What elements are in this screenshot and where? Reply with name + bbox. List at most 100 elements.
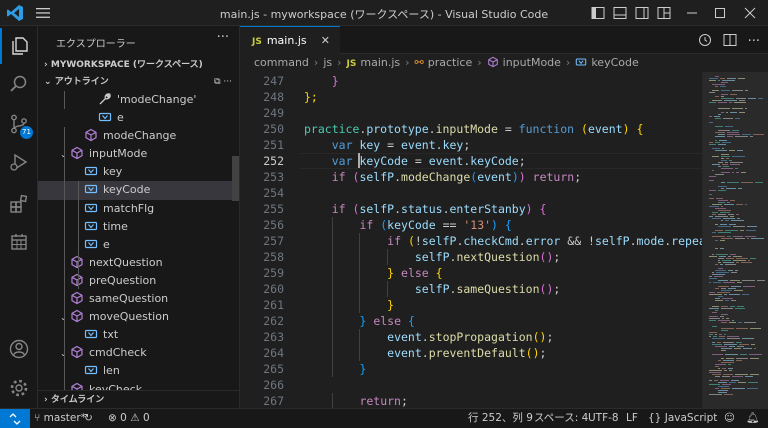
source-control-button[interactable]: 71 — [0, 106, 38, 142]
outline-item-nextquestion[interactable]: nextQuestion — [38, 254, 239, 272]
feedback-icon[interactable]: ☺ — [724, 409, 735, 428]
tab-main-js[interactable]: JS main.js ✕ — [240, 26, 340, 54]
toggle-sidebar-icon[interactable] — [590, 5, 606, 21]
code-line[interactable]: } else { — [359, 313, 414, 329]
code-token: return — [532, 170, 575, 184]
code-token: practice — [304, 122, 360, 136]
accounts-button[interactable] — [0, 331, 38, 367]
code-line[interactable]: var keyCode = event.keyCode; — [332, 153, 526, 169]
close-window-icon[interactable] — [742, 5, 758, 21]
encoding[interactable]: UTF-8 — [588, 409, 619, 428]
timeline-section-header[interactable]: › タイムライン — [38, 390, 239, 408]
code-token: ; — [400, 394, 408, 408]
breadcrumb-item[interactable]: command — [254, 56, 309, 69]
code-line[interactable]: if (selfP.status.enterStanby) { — [332, 201, 547, 217]
chevron-down-icon[interactable]: ⌄ — [60, 309, 70, 327]
outline-item-prequestion[interactable]: preQuestion — [38, 272, 239, 290]
code-line[interactable]: } — [359, 361, 366, 377]
calendar-button[interactable] — [0, 224, 38, 260]
outline-item-keycode[interactable]: keyCode — [38, 181, 239, 200]
chevron-down-icon[interactable]: ⌄ — [60, 345, 70, 363]
end-of-line[interactable]: LF — [626, 409, 638, 428]
minimap-line — [718, 102, 727, 103]
outline-item-txt[interactable]: txt — [38, 326, 239, 344]
minimap-line — [712, 374, 721, 375]
sidebar-more-icon[interactable]: ··· — [217, 30, 229, 45]
sync-icon[interactable]: ↻ — [84, 409, 93, 428]
outline-item-e[interactable]: e — [38, 109, 239, 127]
timeline-history-icon[interactable] — [697, 32, 713, 48]
minimap-line — [725, 126, 733, 127]
explorer-button[interactable] — [0, 28, 38, 64]
outline-item-inputmode[interactable]: ⌄ inputMode — [38, 145, 239, 164]
breadcrumb-item[interactable]: JS main.js — [347, 56, 401, 69]
code-editor[interactable]: 247} 248}; 249 250 practice.prototype.inputM… — [240, 72, 702, 408]
split-editor-icon[interactable] — [722, 32, 738, 48]
code-line[interactable]: practice.prototype.inputMode = function … — [304, 121, 643, 137]
code-line[interactable]: } else { — [387, 265, 442, 281]
remote-indicator[interactable] — [0, 409, 30, 428]
outline-item-movequestion[interactable]: ⌄ moveQuestion — [38, 308, 239, 327]
sidebar-scrollbar[interactable] — [232, 156, 239, 201]
code-line[interactable]: } — [332, 73, 339, 89]
breadcrumb-label: js — [323, 56, 333, 69]
close-tab-icon[interactable]: ✕ — [321, 27, 330, 54]
breadcrumb-item[interactable]: js — [323, 56, 332, 69]
minimap-line — [727, 78, 736, 79]
customize-layout-icon[interactable] — [656, 5, 672, 21]
notifications-bell-icon[interactable]: 🔔︎ — [746, 409, 759, 428]
code-line[interactable]: event.stopPropagation(); — [387, 329, 553, 345]
code-token: key — [359, 138, 381, 152]
code-line[interactable]: } — [387, 297, 394, 313]
outline-item-modechange[interactable]: 'modeChange' — [38, 91, 239, 109]
code-line[interactable]: if (!selfP.checkCmd.error && !selfP.mode… — [387, 233, 702, 249]
code-line[interactable]: event.preventDefault(); — [387, 345, 546, 361]
indentation[interactable]: スペース: 4 — [534, 409, 588, 428]
code-token: event — [387, 330, 422, 344]
breadcrumb-item[interactable]: inputMode — [487, 56, 561, 69]
chevron-down-icon[interactable]: ⌄ — [60, 146, 70, 164]
outline-item-samequestion[interactable]: sameQuestion — [38, 290, 239, 308]
cursor-position[interactable]: 行 252、列 9 — [468, 409, 533, 428]
code-token: var — [331, 138, 353, 152]
branch-status[interactable]: ⑂ master* — [34, 409, 86, 428]
indent-guide — [359, 281, 361, 297]
minimap[interactable] — [702, 72, 768, 408]
search-button[interactable] — [0, 66, 38, 102]
outline-item-cmdcheck[interactable]: ⌄ cmdCheck — [38, 344, 239, 363]
code-line[interactable]: selfP.nextQuestion(); — [415, 249, 560, 265]
minimize-icon[interactable] — [684, 5, 700, 21]
code-line[interactable]: if (selfP.modeChange(event)) return; — [332, 169, 581, 185]
outline-actions[interactable]: ⧉ ··· — [214, 74, 232, 91]
more-actions-icon[interactable]: ··· — [748, 34, 760, 49]
breadcrumb-item[interactable]: ⚯ practice — [415, 56, 473, 69]
minimap-line — [724, 100, 737, 101]
outline-item-matchflg[interactable]: matchFlg — [38, 200, 239, 218]
extensions-button[interactable] — [0, 186, 38, 222]
toggle-secondary-sidebar-icon[interactable] — [634, 5, 650, 21]
code-line[interactable]: var key = event.key; — [332, 137, 471, 153]
outline-item-label: keyCode — [103, 183, 151, 197]
outline-item-len[interactable]: len — [38, 362, 239, 380]
outline-item-modechange[interactable]: modeChange — [38, 127, 239, 145]
outline-item-key[interactable]: key — [38, 163, 239, 181]
code-line[interactable]: }; — [304, 89, 318, 105]
breadcrumb: command › js › JS main.js › ⚯ practice › inputMode… — [240, 54, 768, 72]
code-line[interactable]: if (keyCode == '13') { — [359, 217, 511, 233]
run-debug-button[interactable] — [0, 144, 38, 180]
outline-section-header[interactable]: ⌄ アウトライン ⧉ ··· — [38, 74, 239, 91]
toggle-panel-icon[interactable] — [612, 5, 628, 21]
manage-button[interactable] — [0, 370, 38, 406]
outline-item-e[interactable]: e — [38, 236, 239, 254]
outline-item-time[interactable]: time — [38, 218, 239, 236]
breadcrumb-item[interactable]: keyCode — [575, 56, 639, 69]
problems-status[interactable]: ⊗ 0 ⚠ 0 — [108, 409, 150, 428]
code-line[interactable]: return; — [359, 393, 407, 408]
minimap-line — [709, 92, 715, 93]
maximize-icon[interactable] — [712, 5, 728, 21]
minimap-line — [736, 172, 739, 173]
language-mode[interactable]: {} JavaScript — [648, 409, 717, 428]
workspace-section-header[interactable]: › MYWORKSPACE (ワークスペース) — [38, 56, 239, 74]
code-line[interactable]: selfP.sameQuestion(); — [415, 281, 560, 297]
indent-guide — [331, 345, 333, 361]
